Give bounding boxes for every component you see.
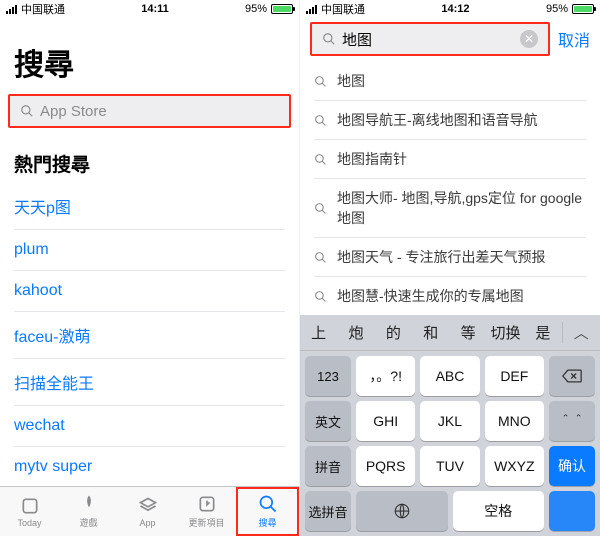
search-icon [314, 290, 327, 303]
search-icon [314, 153, 327, 166]
search-icon [314, 202, 327, 215]
clock: 14:11 [65, 3, 245, 15]
tab-label: Today [17, 518, 41, 528]
tab-label: 遊戲 [79, 516, 97, 529]
tab-label: 更新項目 [188, 516, 224, 529]
screen-search-home: 中国联通 14:11 95% 搜尋 App Store 熱門搜尋 天天p图 pl… [0, 0, 300, 536]
key-tuv[interactable]: TUV [420, 446, 479, 486]
battery-percent: 95% [245, 3, 267, 15]
candidate-toggle[interactable]: ︿ [562, 322, 600, 343]
layers-icon [138, 496, 158, 516]
search-field[interactable]: 地图 ✕ [310, 22, 550, 56]
candidate[interactable]: 炮 [337, 322, 374, 343]
carrier-label: 中国联通 [321, 1, 365, 17]
key-ghi[interactable]: GHI [356, 401, 415, 441]
today-icon [20, 496, 40, 516]
candidate[interactable]: 的 [375, 322, 412, 343]
suggestion-item[interactable]: 地图慧-快速生成你的专属地图 [314, 277, 586, 316]
search-icon [20, 104, 34, 118]
suggestion-item[interactable]: 地图 [314, 62, 586, 101]
key-mno[interactable]: MNO [485, 401, 544, 441]
trending-item[interactable]: mytv super [14, 447, 285, 488]
key-123[interactable]: 123 [305, 356, 351, 396]
key-confirm-2[interactable] [549, 491, 595, 531]
search-icon [258, 494, 278, 514]
suggestion-item[interactable]: 地图天气 - 专注旅行出差天气预报 [314, 238, 586, 277]
trending-item[interactable]: kahoot [14, 271, 285, 312]
candidate[interactable]: 是 [524, 322, 561, 343]
trending-item[interactable]: faceu-激萌 [14, 312, 285, 359]
key-def[interactable]: DEF [485, 356, 544, 396]
search-icon [314, 114, 327, 127]
candidate[interactable]: 上 [300, 322, 337, 343]
suggestion-item[interactable]: 地图大师- 地图,导航,gps定位 for google地图 [314, 179, 586, 238]
suggestion-text: 地图天气 - 专注旅行出差天气预报 [337, 247, 545, 267]
tab-games[interactable]: 遊戲 [59, 487, 118, 536]
suggestion-item[interactable]: 地图指南针 [314, 140, 586, 179]
cancel-button[interactable]: 取消 [558, 27, 590, 51]
tab-bar: Today 遊戲 App 更新項目 搜尋 [0, 486, 299, 536]
key-globe[interactable] [356, 491, 448, 531]
trending-item[interactable]: 扫描全能王 [14, 359, 285, 406]
suggestion-text: 地图 [337, 71, 365, 91]
signal-icon [306, 5, 317, 14]
tab-apps[interactable]: App [118, 487, 177, 536]
screen-search-active: 中国联通 14:12 95% 地图 ✕ 取消 地图 地图导航王-离线地图和语音导… [300, 0, 600, 536]
battery-percent: 95% [546, 3, 568, 15]
tab-today[interactable]: Today [0, 487, 59, 536]
key-punct[interactable]: ，。?! [356, 356, 415, 396]
suggestion-item[interactable]: 地图导航王-离线地图和语音导航 [314, 101, 586, 140]
key-backspace[interactable] [549, 356, 595, 396]
suggestion-text: 地图导航王-离线地图和语音导航 [337, 110, 538, 130]
candidate[interactable]: 切换 [487, 322, 524, 343]
candidate-bar: 上 炮 的 和 等 切换 是 ︿ [300, 315, 600, 351]
keyboard: 上 炮 的 和 等 切换 是 ︿ 123 ，。?! ABC DEF 英文 GHI… [300, 315, 600, 536]
trending-item[interactable]: wechat [14, 406, 285, 447]
key-pqrs[interactable]: PQRS [356, 446, 415, 486]
key-caret[interactable]: ＾＾ [549, 401, 595, 441]
key-space[interactable]: 空格 [453, 491, 545, 531]
search-value: 地图 [342, 29, 514, 50]
key-english[interactable]: 英文 [305, 401, 351, 441]
battery-icon [572, 4, 594, 14]
tab-label: App [139, 518, 155, 528]
tab-updates[interactable]: 更新項目 [177, 487, 236, 536]
trending-header: 熱門搜尋 [0, 128, 299, 183]
search-icon [322, 32, 336, 46]
key-pinyin[interactable]: 拼音 [305, 446, 351, 486]
trending-list: 天天p图 plum kahoot faceu-激萌 扫描全能王 wechat m… [0, 183, 299, 488]
tab-search[interactable]: 搜尋 [236, 487, 299, 536]
key-wxyz[interactable]: WXYZ [485, 446, 544, 486]
page-title: 搜尋 [0, 18, 299, 94]
backspace-icon [562, 369, 582, 383]
key-confirm[interactable]: 确认 [549, 446, 595, 486]
search-field[interactable]: App Store [8, 94, 291, 128]
candidate[interactable]: 和 [412, 322, 449, 343]
carrier-label: 中国联通 [21, 1, 65, 17]
trending-item[interactable]: 天天p图 [14, 183, 285, 230]
candidate[interactable]: 等 [450, 322, 487, 343]
suggestion-text: 地图指南针 [337, 149, 407, 169]
trending-item[interactable]: plum [14, 230, 285, 271]
tab-label: 搜尋 [258, 516, 276, 529]
updates-icon [197, 494, 217, 514]
clear-icon[interactable]: ✕ [520, 30, 538, 48]
suggestion-text: 地图大师- 地图,导航,gps定位 for google地图 [337, 188, 586, 228]
key-select-pinyin[interactable]: 选拼音 [305, 491, 351, 531]
rocket-icon [79, 494, 99, 514]
status-bar: 中国联通 14:12 95% [300, 0, 600, 18]
signal-icon [6, 5, 17, 14]
clock: 14:12 [365, 3, 546, 15]
battery-icon [271, 4, 293, 14]
key-jkl[interactable]: JKL [420, 401, 479, 441]
search-icon [314, 75, 327, 88]
globe-icon [393, 502, 411, 520]
search-placeholder: App Store [40, 103, 279, 120]
search-icon [314, 251, 327, 264]
status-bar: 中国联通 14:11 95% [0, 0, 299, 18]
suggestion-text: 地图慧-快速生成你的专属地图 [337, 286, 524, 306]
key-abc[interactable]: ABC [420, 356, 479, 396]
